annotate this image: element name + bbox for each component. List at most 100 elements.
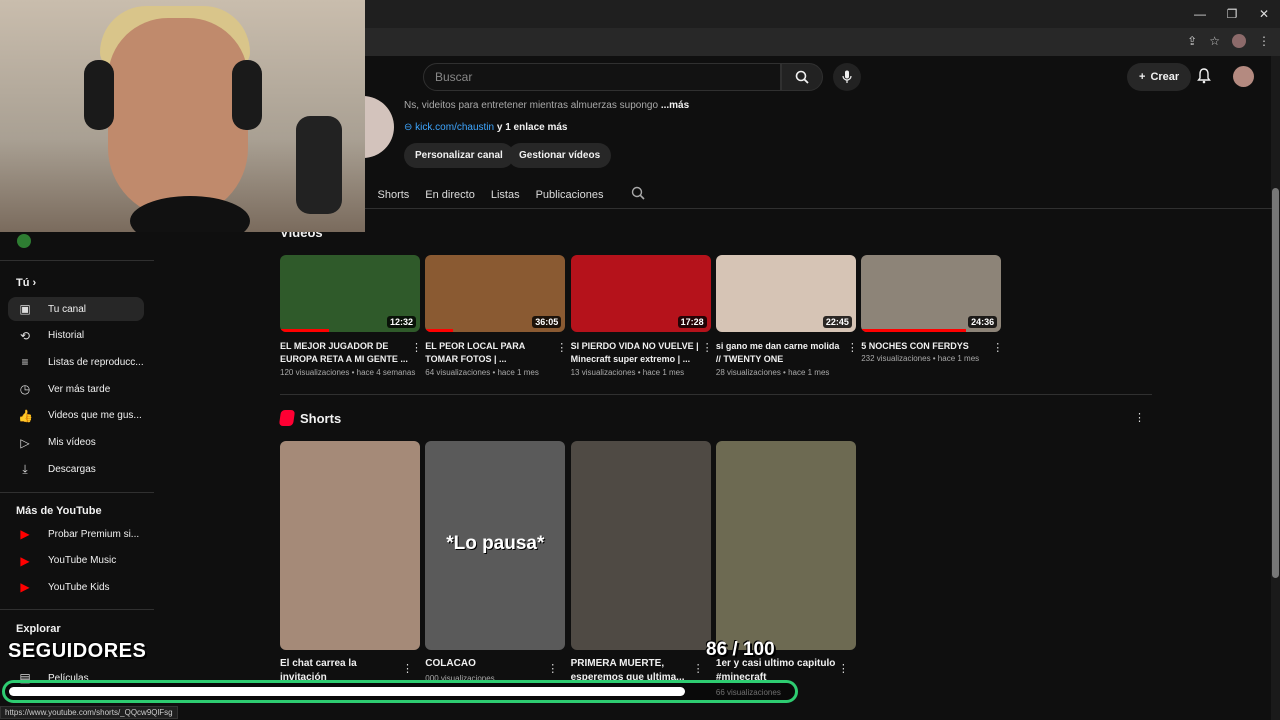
create-button[interactable]: + Crear	[1127, 63, 1192, 91]
playlist-icon: ≡	[21, 355, 29, 370]
short-more-options-icon[interactable]: ⋮	[693, 662, 704, 675]
cast-icon[interactable]: ⇪	[1187, 34, 1197, 48]
sidebar-item-clock[interactable]: ◷ Ver más tarde	[8, 377, 144, 401]
channel-description[interactable]: Ns, videitos para entretener mientras al…	[404, 100, 689, 111]
channel-tabs: s Shorts En directo Listas Publicaciones	[356, 186, 646, 203]
video-duration: 24:36	[968, 316, 998, 328]
sidebar-you-heading[interactable]: Tú ›	[16, 277, 36, 289]
sidebar-more-heading: Más de YouTube	[16, 505, 102, 517]
video-title[interactable]: si gano me dan carne molida // TWENTY ON…	[716, 340, 846, 366]
channel-avatar[interactable]	[362, 96, 394, 158]
short-more-options-icon[interactable]: ⋮	[547, 662, 558, 675]
voice-search-button[interactable]	[833, 63, 861, 91]
shorts-section-title[interactable]: Shorts	[300, 411, 341, 426]
channel-links[interactable]: ⊖ kick.com/chaustin y 1 enlace más	[404, 122, 567, 133]
search-button[interactable]	[781, 63, 823, 91]
short-title[interactable]: COLACAO	[425, 657, 550, 671]
description-more-link[interactable]: ...más	[661, 100, 689, 111]
followers-goal-fill	[9, 687, 685, 696]
followers-goal-label: SEGUIDORES	[8, 640, 147, 662]
sidebar-item-youtube-premium[interactable]: ▶ Probar Premium si...	[8, 522, 144, 546]
maximize-icon[interactable]: ❐	[1216, 0, 1248, 28]
sidebar-divider	[0, 492, 154, 493]
sidebar-explore-heading: Explorar	[16, 623, 61, 635]
video-metadata: 64 visualizaciones • hace 1 mes	[425, 368, 539, 377]
short-thumbnail[interactable]	[570, 441, 711, 650]
clock-icon: ◷	[19, 382, 31, 397]
tab-playlists[interactable]: Listas	[491, 189, 520, 201]
manage-videos-button[interactable]: Gestionar vídeos	[508, 143, 612, 168]
channel-links-more[interactable]: y 1 enlace más	[497, 122, 568, 133]
chevron-right-icon: ›	[32, 277, 37, 289]
account-avatar[interactable]	[1233, 66, 1254, 87]
video-more-options-icon[interactable]: ⋮	[411, 341, 422, 354]
short-thumbnail[interactable]: *Lo pausa*	[425, 441, 566, 650]
short-thumbnail[interactable]	[280, 441, 420, 650]
tab-posts[interactable]: Publicaciones	[536, 189, 604, 201]
sidebar-item-channel[interactable]: ▣ Tu canal	[8, 297, 144, 321]
minimize-icon[interactable]: —	[1184, 0, 1216, 28]
sidebar-item-label: Mis vídeos	[48, 437, 96, 448]
sidebar-item-youtube-kids[interactable]: ▶ YouTube Kids	[8, 575, 144, 599]
channel-link-url[interactable]: kick.com/chaustin	[415, 122, 494, 133]
short-overlay-text: *Lo pausa*	[446, 533, 545, 554]
notifications-bell-icon[interactable]	[1197, 68, 1211, 87]
headphone-left	[84, 60, 114, 130]
video-metadata: 13 visualizaciones • hace 1 mes	[570, 368, 685, 377]
video-more-options-icon[interactable]: ⋮	[847, 341, 858, 354]
search-input[interactable]: Buscar	[423, 63, 781, 91]
tab-live[interactable]: En directo	[425, 189, 475, 201]
customize-channel-button[interactable]: Personalizar canal	[404, 143, 514, 168]
channel-description-text: Ns, videitos para entretener mientras al…	[404, 100, 659, 111]
create-label: Crear	[1150, 71, 1180, 83]
video-metadata: 232 visualizaciones • hace 1 mes	[861, 354, 980, 363]
video-thumbnail[interactable]: 12:32	[280, 255, 420, 332]
sidebar-item-youtube-music[interactable]: ▶ YouTube Music	[8, 549, 144, 573]
scrollbar-thumb[interactable]	[1272, 188, 1279, 578]
video-thumbnail[interactable]: 17:28	[570, 255, 711, 332]
video-more-options-icon[interactable]: ⋮	[992, 341, 1003, 354]
video-metadata: 28 visualizaciones • hace 1 mes	[715, 368, 830, 377]
video-title[interactable]: 5 NOCHES CON FERDYS	[861, 340, 991, 353]
sidebar-item-label: Videos que me gus...	[48, 410, 142, 422]
video-thumbnail[interactable]: 36:05	[425, 255, 566, 332]
short-more-options-icon[interactable]: ⋮	[838, 662, 849, 675]
thumbs-up-icon: 👍	[18, 408, 33, 423]
bookmark-star-icon[interactable]: ☆	[1209, 34, 1220, 48]
shorts-more-options-icon[interactable]: ⋮	[1134, 411, 1145, 424]
video-title[interactable]: EL MEJOR JUGADOR DE EUROPA RETA A MI GEN…	[280, 340, 410, 366]
video-thumbnail[interactable]: 22:45	[715, 255, 856, 332]
sidebar-item-thumbs-up[interactable]: 👍 Videos que me gus...	[8, 404, 144, 428]
video-title[interactable]: SI PIERDO VIDA NO VUELVE | Minecraft sup…	[571, 340, 701, 366]
page-scrollbar[interactable]	[1271, 56, 1280, 720]
sidebar-item-playlist[interactable]: ≡ Listas de reproducc...	[8, 350, 144, 374]
webcam-face	[108, 18, 248, 218]
video-more-options-icon[interactable]: ⋮	[556, 341, 567, 354]
close-icon[interactable]: ✕	[1248, 0, 1280, 28]
sidebar-item-label: Historial	[48, 330, 85, 342]
short-more-options-icon[interactable]: ⋮	[402, 662, 413, 675]
sidebar-item-history[interactable]: ⟲ Historial	[8, 324, 144, 348]
sidebar-item-my-videos[interactable]: ▷ Mis vídeos	[8, 431, 144, 455]
video-thumbnail[interactable]: 24:36	[861, 255, 1002, 332]
url-bar-icons: ⇪ ☆ ⋮	[1187, 34, 1270, 48]
history-icon: ⟲	[19, 328, 31, 343]
video-duration: 36:05	[532, 316, 562, 328]
video-more-options-icon[interactable]: ⋮	[702, 341, 713, 354]
youtube-premium-icon: ▶	[20, 527, 30, 541]
watch-progress-bar	[425, 329, 454, 332]
browser-menu-icon[interactable]: ⋮	[1258, 34, 1270, 48]
channel-search-icon[interactable]	[631, 186, 646, 203]
webcam-overlay	[0, 0, 365, 232]
short-thumbnail[interactable]	[715, 441, 856, 650]
sidebar-item-label: Ver más tarde	[48, 383, 111, 395]
tab-shorts[interactable]: Shorts	[378, 189, 410, 201]
browser-profile-avatar[interactable]	[1232, 34, 1246, 48]
video-title[interactable]: EL PEOR LOCAL PARA TOMAR FOTOS | ...	[425, 340, 555, 366]
sidebar-item-download[interactable]: ⤓ Descargas	[8, 457, 144, 481]
headphone-right	[232, 60, 262, 130]
account-status-icon	[17, 234, 31, 248]
sidebar-item-label: Descargas	[48, 463, 96, 475]
sidebar-item-label: Probar Premium si...	[48, 528, 140, 540]
followers-goal-bar	[2, 680, 798, 703]
